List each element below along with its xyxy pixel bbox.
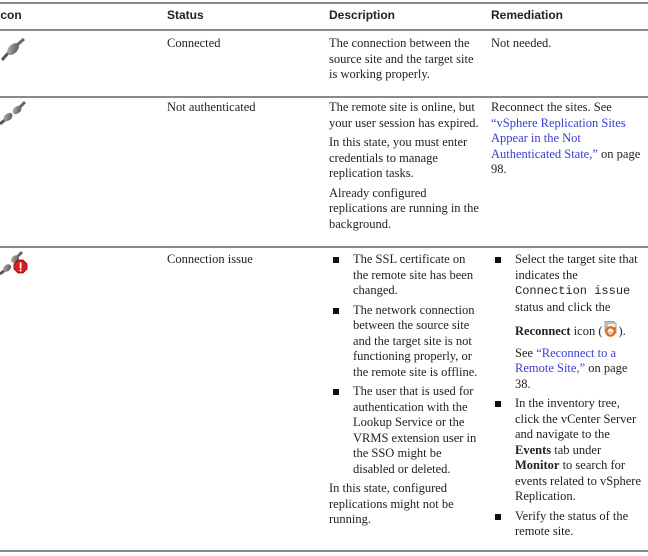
remediation-text: Reconnect the sites. See	[491, 100, 612, 114]
remediation-connection-issue: Select the target site that indicates th…	[491, 252, 646, 544]
remediation-bullet-reconnect: Select the target site that indicates th…	[491, 252, 646, 392]
status-connection-issue: Connection issue	[167, 252, 253, 266]
remediation-bullet-events: In the inventory tree, click the vCenter…	[491, 396, 646, 505]
remediation-not-authenticated: Reconnect the sites. See “vSphere Replic…	[491, 100, 641, 178]
remediation-text: See	[515, 345, 537, 360]
table-bottom-rule	[0, 550, 648, 552]
table-top-rule	[0, 2, 648, 4]
events-label: Events	[515, 442, 552, 457]
description-bullet: The SSL certificate on the remote site h…	[329, 252, 481, 299]
description-connected: The connection between the source site a…	[329, 36, 479, 87]
header-description: Description	[329, 8, 396, 22]
reconnect-line: Reconnect icon ( ).	[515, 321, 646, 340]
description-text: In this state, you must enter credential…	[329, 135, 468, 180]
plug-error-icon	[0, 250, 28, 276]
remediation-text: Select the target site that indicates th…	[515, 252, 638, 282]
header-remediation: Remediation	[491, 8, 564, 22]
row-rule	[0, 96, 648, 98]
description-text: The connection between the source site a…	[329, 36, 474, 81]
description-not-authenticated: The remote site is online, but your user…	[329, 100, 481, 236]
remediation-text: status and click the	[515, 299, 611, 314]
description-text: Already configured replications are runn…	[329, 185, 479, 231]
plug-disconnected-icon	[0, 100, 27, 126]
remediation-text: ).	[618, 324, 626, 338]
description-note: In this state, configured replications m…	[329, 481, 454, 526]
status-connected: Connected	[167, 36, 221, 50]
description-connection-issue: The SSL certificate on the remote site h…	[329, 252, 481, 532]
remediation-text: tab under	[551, 442, 602, 457]
remediation-connected: Not needed.	[491, 36, 552, 50]
description-bullet: The user that is used for authentication…	[329, 384, 481, 477]
row-rule	[0, 246, 648, 248]
description-bullets: The SSL certificate on the remote site h…	[329, 252, 481, 477]
description-text: The remote site is online, but your user…	[329, 100, 479, 130]
description-bullet: The network connection between the sourc…	[329, 303, 481, 381]
status-code-text: Connection issue	[515, 284, 631, 298]
monitor-label: Monitor	[515, 458, 560, 472]
status-not-authenticated: Not authenticated	[167, 100, 256, 114]
remediation-bullet-verify: Verify the status of the remote site.	[491, 509, 646, 540]
remediation-text: icon (	[570, 324, 603, 338]
header-status: Status	[167, 8, 204, 22]
reconnect-icon	[605, 321, 617, 337]
see-reconnect-line: See “Reconnect to a Remote Site,” on pag…	[515, 346, 646, 393]
remediation-bullets: Select the target site that indicates th…	[491, 252, 646, 540]
header-icon: Icon	[0, 8, 22, 22]
remediation-text: In the inventory tree, click the vCenter…	[515, 396, 637, 441]
plug-connected-icon	[0, 37, 25, 61]
header-rule	[0, 29, 648, 31]
reconnect-label: Reconnect	[515, 324, 571, 338]
